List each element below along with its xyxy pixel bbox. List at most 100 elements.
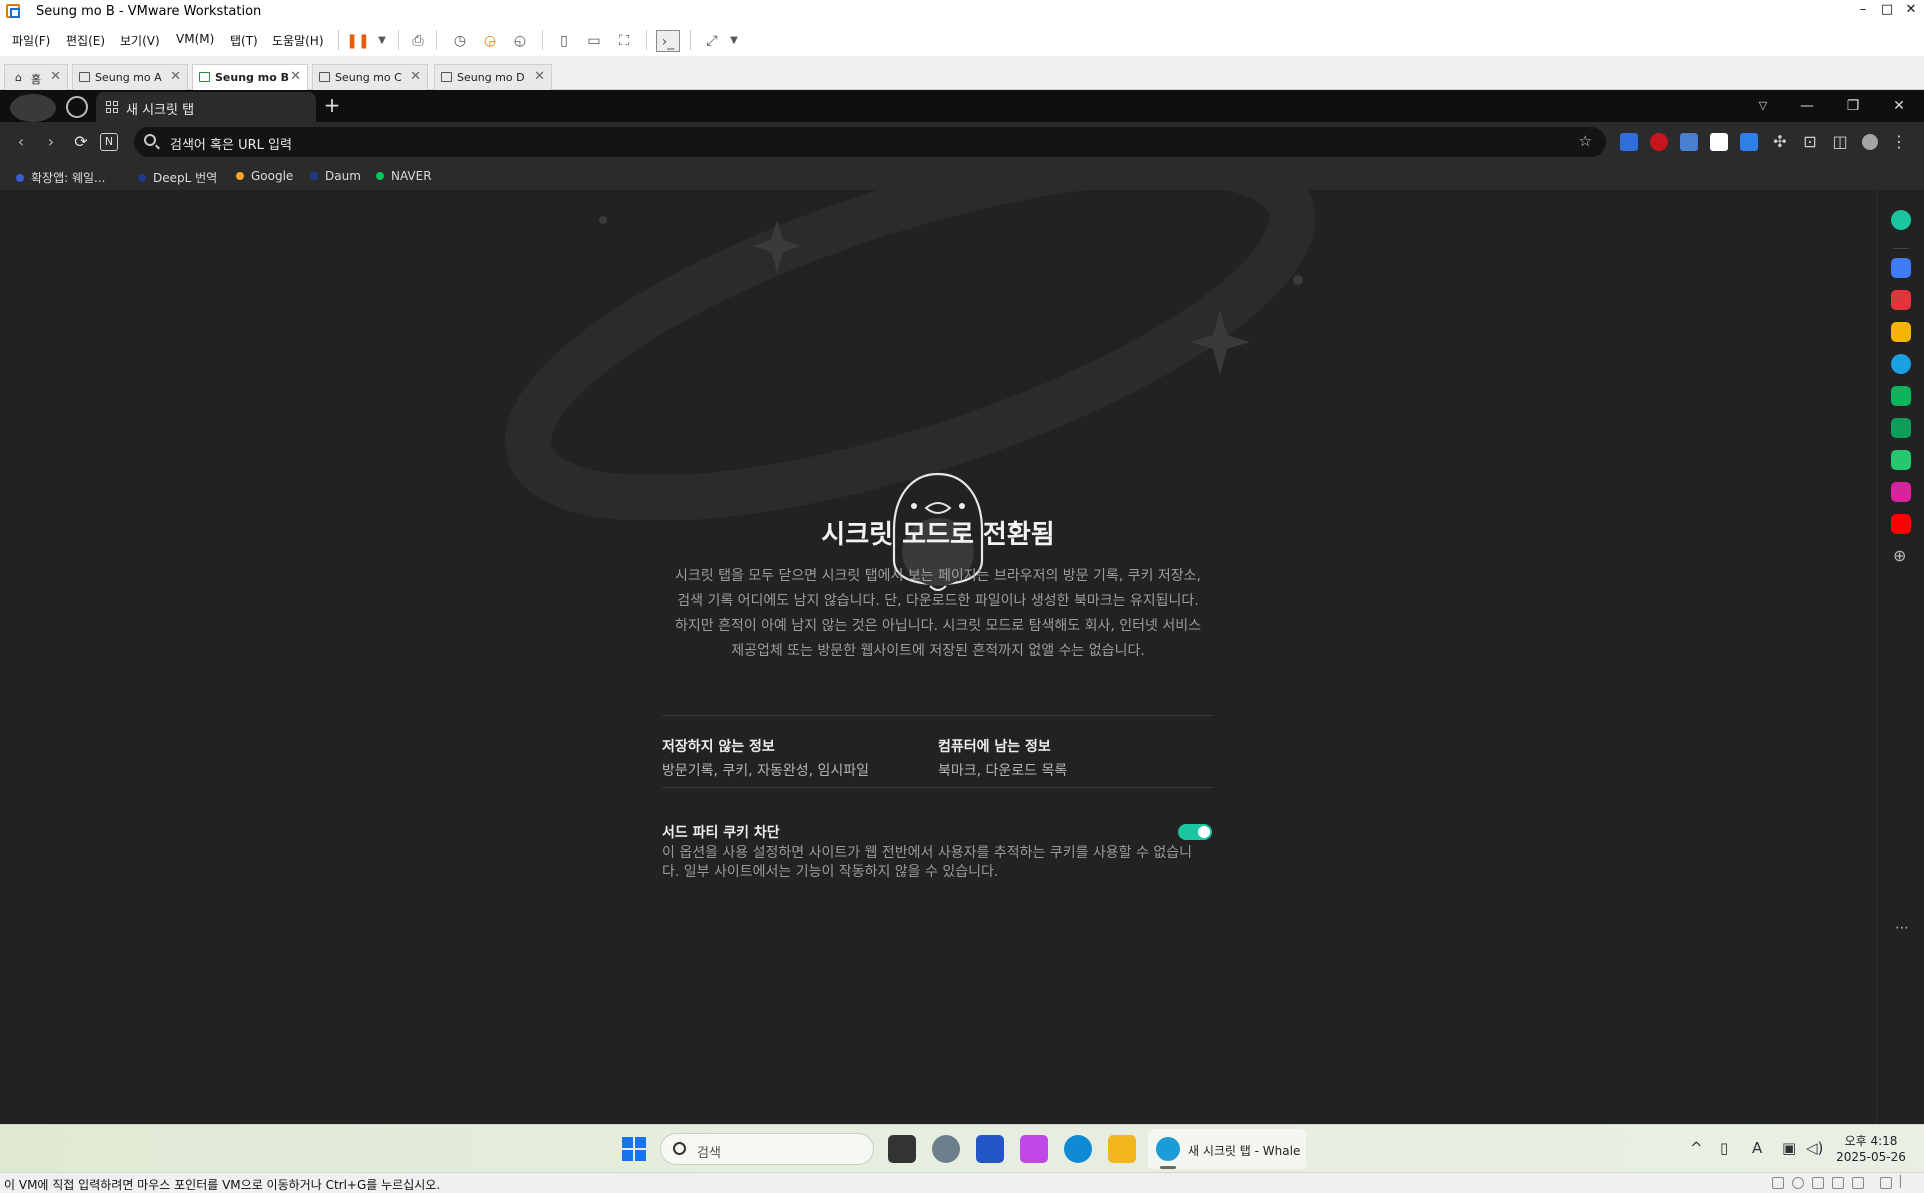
- cookie-block-toggle[interactable]: [1178, 824, 1212, 840]
- bookmark-star-icon[interactable]: ☆: [1579, 132, 1592, 150]
- snapshot-icon[interactable]: ◷: [448, 30, 472, 52]
- menu-tabs[interactable]: 탭(T): [230, 32, 258, 49]
- microsoft-store-icon[interactable]: [976, 1135, 1004, 1163]
- copilot-icon[interactable]: [1020, 1135, 1048, 1163]
- sidebar-instagram-icon[interactable]: [1891, 482, 1911, 502]
- sidebar-chart-icon[interactable]: [1891, 418, 1911, 438]
- address-input[interactable]: 검색어 혹은 URL 입력: [170, 134, 292, 153]
- thumbnail-bar-icon[interactable]: ▭: [582, 30, 606, 52]
- sidebar-add-icon[interactable]: ⊕: [1893, 546, 1906, 565]
- tray-expand-chevron-icon[interactable]: ^: [1690, 1139, 1703, 1157]
- new-tab-button[interactable]: +: [320, 94, 344, 118]
- close-tab-icon[interactable]: ✕: [290, 69, 301, 84]
- bookmark-favicon-icon: [16, 174, 24, 182]
- tab-home[interactable]: ⌂ 홈 ✕: [4, 64, 68, 90]
- sidebar-app-icon[interactable]: [1891, 386, 1911, 406]
- sidebar-edge-icon[interactable]: [1891, 354, 1911, 374]
- sidebar-webtoon-icon[interactable]: [1891, 450, 1911, 470]
- send-ctrl-alt-del-icon[interactable]: ⎙: [406, 30, 430, 52]
- snapshot-manager-icon[interactable]: ◵: [508, 30, 532, 52]
- tab-seung-mo-b[interactable]: Seung mo B ✕: [192, 64, 308, 91]
- extensions-puzzle-icon[interactable]: ✣: [1769, 131, 1791, 153]
- back-button[interactable]: ‹: [10, 131, 32, 153]
- adblock-extension-icon[interactable]: [1650, 133, 1668, 151]
- close-tab-icon[interactable]: ✕: [50, 69, 61, 84]
- message-icon[interactable]: [1880, 1177, 1892, 1189]
- tab-list-chevron-icon[interactable]: ▽: [1748, 94, 1778, 118]
- incognito-description: 시크릿 탭을 모두 닫으면 시크릿 탭에서 보는 페이지는 브라우저의 방문 기…: [660, 564, 1216, 664]
- browser-window: 새 시크릿 탭 + ▽ — ❐ ✕ ‹ › ⟳ N 검색어 혹은 URL 입력 …: [0, 90, 1924, 1124]
- browser-tab-active[interactable]: 새 시크릿 탭: [96, 92, 316, 122]
- cd-status-icon[interactable]: [1792, 1177, 1804, 1189]
- sidebar-app-icon[interactable]: [1891, 290, 1911, 310]
- taskbar-whale-app[interactable]: 새 시크릿 탭 - Whale: [1148, 1129, 1306, 1169]
- tab-seung-mo-a[interactable]: Seung mo A ✕: [72, 64, 188, 90]
- download-extension-icon[interactable]: [1680, 133, 1698, 151]
- console-view-icon[interactable]: ›_: [656, 30, 680, 52]
- menu-vm[interactable]: VM(M): [176, 32, 214, 46]
- menu-help[interactable]: 도움말(H): [272, 32, 324, 49]
- naver-home-icon[interactable]: N: [100, 133, 118, 151]
- menu-view[interactable]: 보기(V): [120, 32, 160, 49]
- whale-space-icon[interactable]: [1891, 210, 1911, 230]
- downloads-icon[interactable]: [1740, 133, 1758, 151]
- close-tab-icon[interactable]: ✕: [170, 69, 181, 84]
- sound-status-icon[interactable]: [1852, 1177, 1864, 1189]
- tab-seung-mo-d[interactable]: Seung mo D ✕: [434, 64, 552, 90]
- capture-icon[interactable]: ⊡: [1799, 131, 1821, 153]
- browser-restore-button[interactable]: ❐: [1838, 94, 1868, 118]
- file-explorer-icon[interactable]: [1108, 1135, 1136, 1163]
- taskbar-clock[interactable]: 오후 4:18 2025-05-26: [1832, 1133, 1910, 1165]
- stretch-guest-icon[interactable]: ⤢: [700, 30, 724, 52]
- bookmark-item[interactable]: Google: [236, 169, 293, 183]
- bookmark-item[interactable]: NAVER: [376, 169, 432, 183]
- close-tab-icon[interactable]: ✕: [534, 69, 545, 84]
- forward-button[interactable]: ›: [40, 131, 62, 153]
- status-text: 이 VM에 직접 입력하려면 마우스 포인터를 VM으로 이동하거나 Ctrl+…: [4, 1178, 441, 1192]
- bookmark-item[interactable]: 확장앱: 웨일...: [16, 169, 106, 186]
- maximize-button[interactable]: □: [1876, 2, 1898, 22]
- address-bar[interactable]: 검색어 혹은 URL 입력 ☆: [134, 127, 1606, 157]
- save-extension-icon[interactable]: [1710, 133, 1728, 151]
- pause-icon[interactable]: ❚❚: [346, 30, 370, 52]
- windows-start-icon[interactable]: [622, 1137, 646, 1161]
- more-menu-icon[interactable]: ⋮: [1888, 131, 1910, 153]
- split-view-icon[interactable]: ◫: [1829, 131, 1851, 153]
- ime-icon[interactable]: A: [1752, 1139, 1762, 1157]
- task-view-icon[interactable]: [888, 1135, 916, 1163]
- more-devices-icon[interactable]: ▏: [1900, 1175, 1912, 1188]
- cookie-block-description: 이 옵션을 사용 설정하면 사이트가 웹 전반에서 사용자를 추적하는 쿠키를 …: [662, 844, 1218, 882]
- close-tab-icon[interactable]: ✕: [410, 69, 421, 84]
- minimize-button[interactable]: –: [1852, 2, 1874, 22]
- bookmark-item[interactable]: DeepL 번역: [138, 169, 217, 186]
- translate-extension-icon[interactable]: [1620, 133, 1638, 151]
- reload-button[interactable]: ⟳: [70, 131, 92, 153]
- sidebar-youtube-icon[interactable]: [1891, 514, 1911, 534]
- sidebar-app-icon[interactable]: [1891, 258, 1911, 278]
- usb-status-icon[interactable]: [1832, 1177, 1844, 1189]
- clock-time: 오후 4:18: [1844, 1134, 1898, 1148]
- profile-avatar[interactable]: [1862, 134, 1878, 150]
- revert-snapshot-icon[interactable]: ◶: [478, 30, 502, 52]
- dropdown-arrow-icon[interactable]: ▼: [370, 30, 394, 52]
- browser-close-button[interactable]: ✕: [1884, 94, 1914, 118]
- menu-edit[interactable]: 편집(E): [66, 32, 105, 49]
- library-icon[interactable]: ▯: [552, 30, 576, 52]
- dropdown-arrow-icon[interactable]: ▼: [722, 30, 746, 52]
- network-status-icon[interactable]: [1812, 1177, 1824, 1189]
- bookmark-item[interactable]: Daum: [310, 169, 361, 183]
- hdd-status-icon[interactable]: [1772, 1177, 1784, 1189]
- close-button[interactable]: ✕: [1900, 2, 1922, 22]
- settings-gear-icon[interactable]: [932, 1135, 960, 1163]
- volume-icon[interactable]: ◁): [1806, 1139, 1823, 1157]
- browser-minimize-button[interactable]: —: [1792, 94, 1822, 118]
- usb-icon[interactable]: ▯: [1720, 1139, 1728, 1157]
- edge-browser-icon[interactable]: [1064, 1135, 1092, 1163]
- taskbar-search-box[interactable]: 검색: [660, 1133, 874, 1165]
- tab-seung-mo-c[interactable]: Seung mo C ✕: [312, 64, 428, 90]
- sidebar-more-icon[interactable]: ⋯: [1895, 920, 1909, 936]
- sidebar-favorites-icon[interactable]: [1891, 322, 1911, 342]
- menu-file[interactable]: 파일(F): [12, 32, 50, 49]
- network-icon[interactable]: ▣: [1782, 1139, 1796, 1157]
- fullscreen-icon[interactable]: ⛶: [612, 30, 636, 52]
